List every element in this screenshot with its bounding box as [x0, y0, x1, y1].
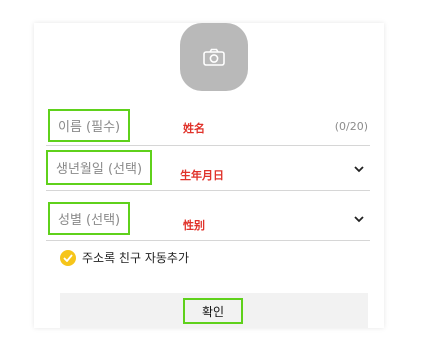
gender-field-value: 性别: [183, 219, 205, 232]
checkmark-icon: [60, 249, 76, 266]
add-contacts-checkbox[interactable]: 주소록 친구 자동추가: [60, 249, 189, 266]
profile-photo-button[interactable]: [180, 23, 248, 91]
gender-field-label: 성별 (선택): [48, 202, 131, 235]
screen: 이름 (필수) 姓名 (0/20) 생년월일 (선택) 生年月日 성별 (선택)…: [0, 0, 422, 350]
add-contacts-label: 주소록 친구 자동추가: [82, 251, 189, 265]
confirm-bar: 확인: [60, 293, 368, 328]
birthdate-select[interactable]: 생년월일 (선택) 生年月日: [46, 149, 370, 191]
name-field-value: 姓名: [183, 122, 205, 135]
profile-form-card: 이름 (필수) 姓名 (0/20) 생년월일 (선택) 生年月日 성별 (선택)…: [34, 23, 384, 328]
birthdate-field-value: 生年月日: [180, 169, 224, 182]
gender-select[interactable]: 성별 (선택) 性别: [46, 199, 370, 241]
birthdate-field-label: 생년월일 (선택): [46, 150, 153, 185]
name-field[interactable]: 이름 (필수) 姓名 (0/20): [46, 107, 370, 146]
name-field-label: 이름 (필수): [48, 109, 131, 142]
camera-icon: [203, 48, 225, 66]
chevron-down-icon: [354, 162, 364, 176]
name-char-counter: (0/20): [334, 120, 368, 133]
chevron-down-icon: [354, 212, 364, 226]
confirm-button[interactable]: 확인: [183, 298, 243, 324]
